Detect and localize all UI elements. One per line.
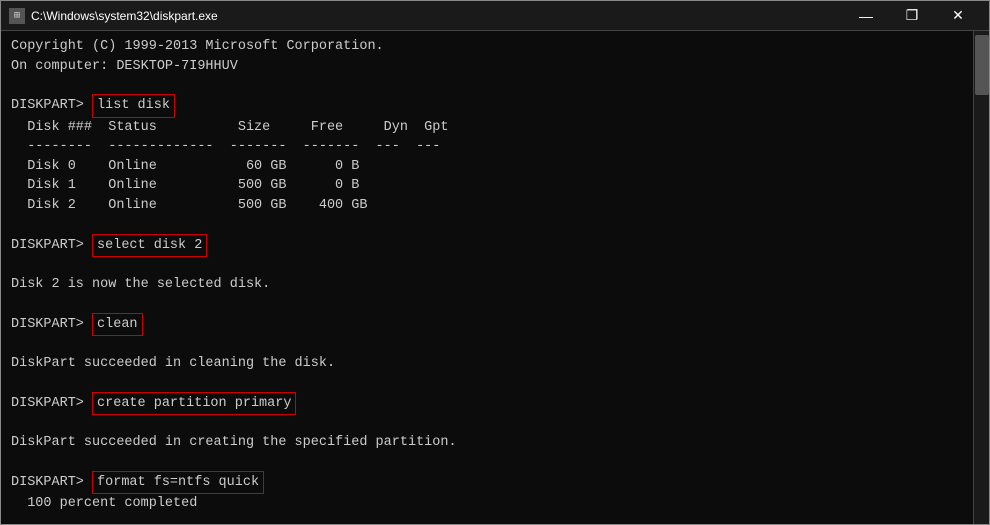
scrollbar-thumb[interactable] [975, 35, 989, 95]
table-sep: -------- ------------- ------- ------- -… [11, 137, 963, 157]
cmd-box-4: create partition primary [92, 392, 296, 416]
cmd-line-4: DISKPART> create partition primary [11, 392, 963, 416]
result-5: 100 percent completed [11, 494, 963, 514]
result-4: DiskPart succeeded in creating the speci… [11, 433, 963, 453]
minimize-button[interactable]: — [843, 1, 889, 31]
result-3: DiskPart succeeded in cleaning the disk. [11, 354, 963, 374]
table-header: Disk ### Status Size Free Dyn Gpt [11, 118, 963, 138]
window-controls: — ❐ ✕ [843, 1, 981, 31]
cmd-line-5: DISKPART> format fs=ntfs quick [11, 471, 963, 495]
app-icon: ⊞ [9, 8, 25, 24]
prompt-3: DISKPART> [11, 315, 92, 335]
prompt-2: DISKPART> [11, 236, 92, 256]
scrollbar[interactable] [973, 31, 989, 524]
result-2: Disk 2 is now the selected disk. [11, 275, 963, 295]
prompt-1: DISKPART> [11, 96, 92, 116]
restore-button[interactable]: ❐ [889, 1, 935, 31]
cmd-line-1: DISKPART> list disk [11, 94, 963, 118]
disk0-line: Disk 0 Online 60 GB 0 B [11, 157, 963, 177]
title-bar: ⊞ C:\Windows\system32\diskpart.exe — ❐ ✕ [1, 1, 989, 31]
cmd-line-2: DISKPART> select disk 2 [11, 234, 963, 258]
prompt-4: DISKPART> [11, 394, 92, 414]
close-button[interactable]: ✕ [935, 1, 981, 31]
cmd-line-3: DISKPART> clean [11, 313, 963, 337]
console-output: Copyright (C) 1999-2013 Microsoft Corpor… [1, 31, 973, 524]
disk1-line: Disk 1 Online 500 GB 0 B [11, 176, 963, 196]
window: ⊞ C:\Windows\system32\diskpart.exe — ❐ ✕… [0, 0, 990, 525]
cmd-box-5: format fs=ntfs quick [92, 471, 264, 495]
computer-line: On computer: DESKTOP-7I9HHUV [11, 57, 963, 77]
cmd-box-3: clean [92, 313, 143, 337]
copyright-line: Copyright (C) 1999-2013 Microsoft Corpor… [11, 37, 963, 57]
cmd-box-1: list disk [92, 94, 175, 118]
disk2-line: Disk 2 Online 500 GB 400 GB [11, 196, 963, 216]
cmd-box-2: select disk 2 [92, 234, 207, 258]
console-wrapper: Copyright (C) 1999-2013 Microsoft Corpor… [1, 31, 989, 524]
window-title: C:\Windows\system32\diskpart.exe [31, 9, 843, 23]
prompt-5: DISKPART> [11, 473, 92, 493]
